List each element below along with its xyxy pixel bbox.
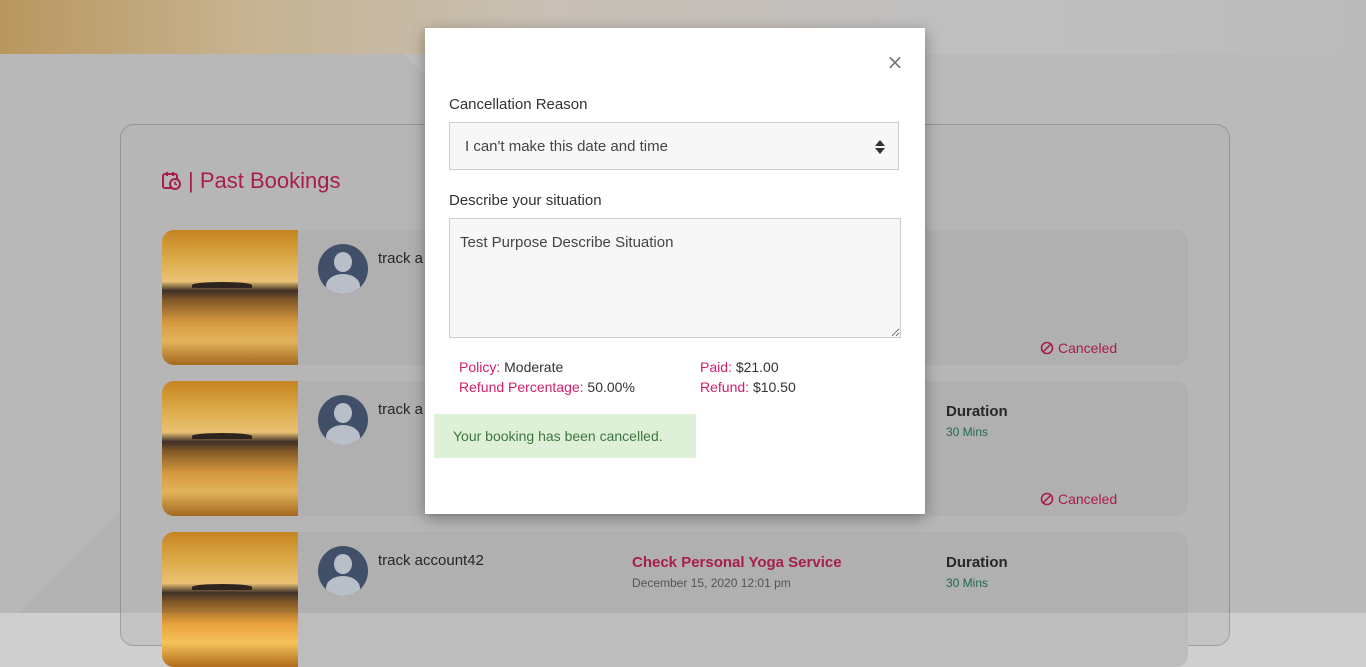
cancellation-reason-label: Cancellation Reason — [449, 96, 588, 113]
policy-key: Policy: — [459, 359, 501, 375]
refund-key: Refund: — [700, 379, 750, 395]
success-alert-text: Your booking has been cancelled. — [453, 428, 663, 444]
policy-value: Moderate — [504, 359, 564, 375]
cancel-booking-modal: × Cancellation Reason I can't make this … — [425, 28, 925, 514]
situation-textarea[interactable]: Test Purpose Describe Situation — [449, 218, 901, 338]
paid-value: $21.00 — [735, 359, 779, 375]
success-alert: Your booking has been cancelled. — [434, 414, 696, 458]
select-arrows-icon — [875, 140, 885, 154]
policy-info: Policy: Moderate — [459, 359, 563, 375]
paid-info: Paid: $21.00 — [700, 359, 779, 375]
close-icon[interactable]: × — [885, 52, 905, 72]
situation-label: Describe your situation — [449, 192, 602, 209]
refund-value: $10.50 — [752, 379, 796, 395]
paid-key: Paid: — [700, 359, 732, 375]
refund-percentage-key: Refund Percentage: — [459, 379, 584, 395]
refund-percentage-value: 50.00% — [587, 379, 635, 395]
cancellation-reason-select[interactable]: I can't make this date and time — [449, 122, 899, 170]
refund-percentage-info: Refund Percentage: 50.00% — [459, 379, 635, 395]
refund-info: Refund: $10.50 — [700, 379, 796, 395]
cancellation-reason-value: I can't make this date and time — [465, 137, 668, 155]
